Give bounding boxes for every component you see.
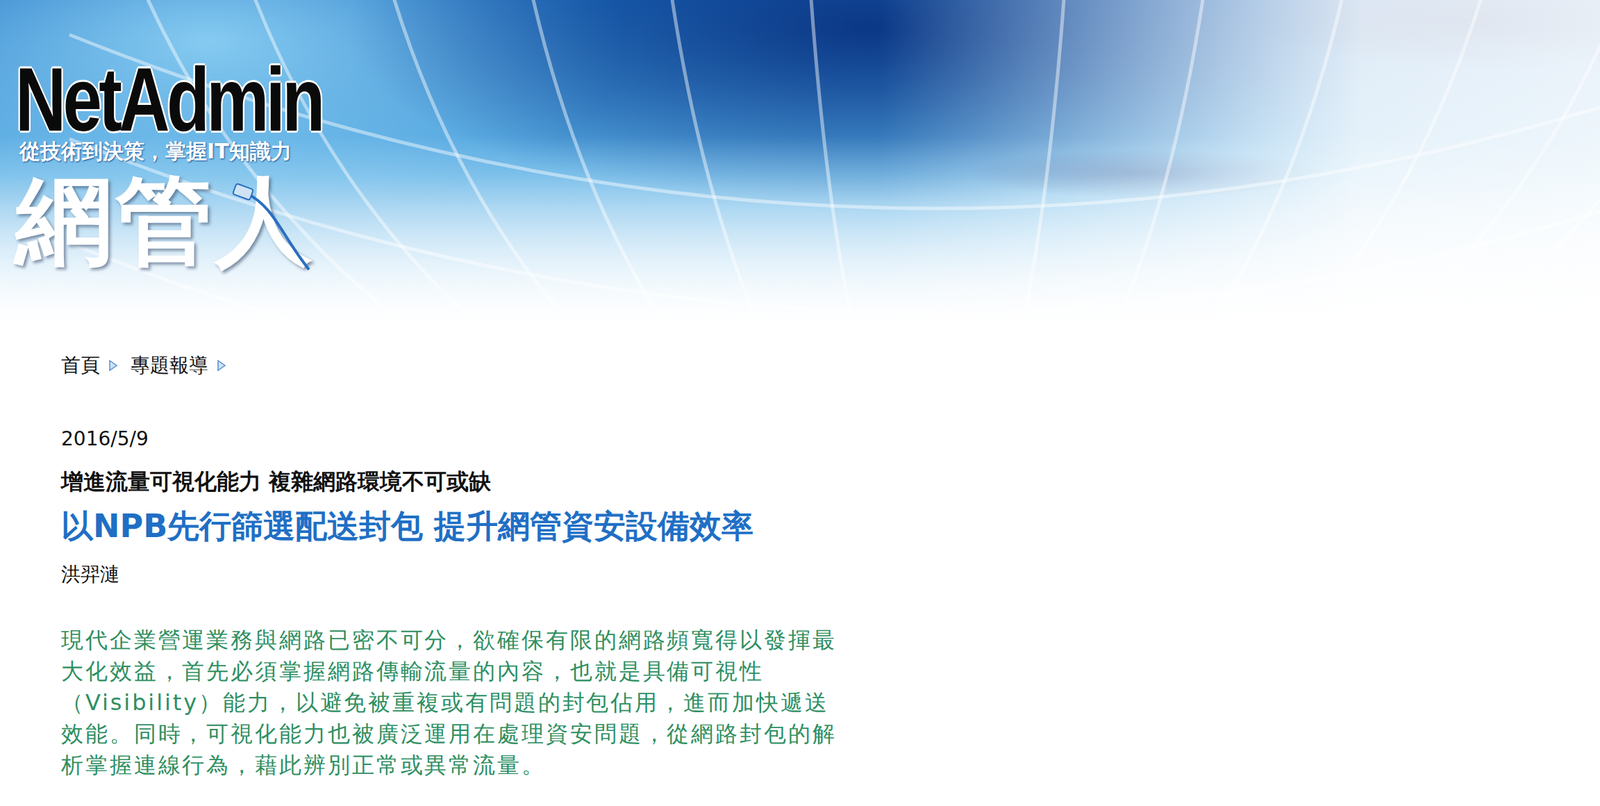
breadcrumb-arrow-icon (216, 359, 227, 372)
article: 2016/5/9 增進流量可視化能力 複雜網路環境不可或缺 以NPB先行篩選配送… (61, 379, 1600, 781)
article-lead: 現代企業營運業務與網路已密不可分，欲確保有限的網路頻寬得以發揮最大化效益，首先必… (61, 624, 843, 781)
breadcrumb: 首頁 專題報導 (61, 351, 1600, 380)
breadcrumb-item[interactable]: 專題報導 (130, 351, 209, 380)
article-subtitle: 增進流量可視化能力 複雜網路環境不可或缺 (61, 465, 491, 497)
masthead: NetAdmin 從技術到決策，掌握IT知識力 網管人 (0, 0, 1600, 277)
site-name[interactable]: 網管人 (15, 165, 316, 277)
article-author: 洪羿漣 (61, 560, 120, 589)
article-title: 以NPB先行篩選配送封包 提升網管資安設備效率 (61, 504, 754, 547)
network-cable-icon (232, 179, 323, 277)
page: NetAdmin 從技術到決策，掌握IT知識力 網管人 首頁 專題報導 2016… (0, 0, 1600, 806)
breadcrumb-arrow-icon (108, 359, 119, 372)
logo[interactable]: NetAdmin (15, 61, 322, 138)
tagline: 從技術到決策，掌握IT知識力 (15, 137, 292, 166)
article-date: 2016/5/9 (61, 425, 149, 453)
breadcrumb-item[interactable]: 首頁 (61, 351, 100, 380)
